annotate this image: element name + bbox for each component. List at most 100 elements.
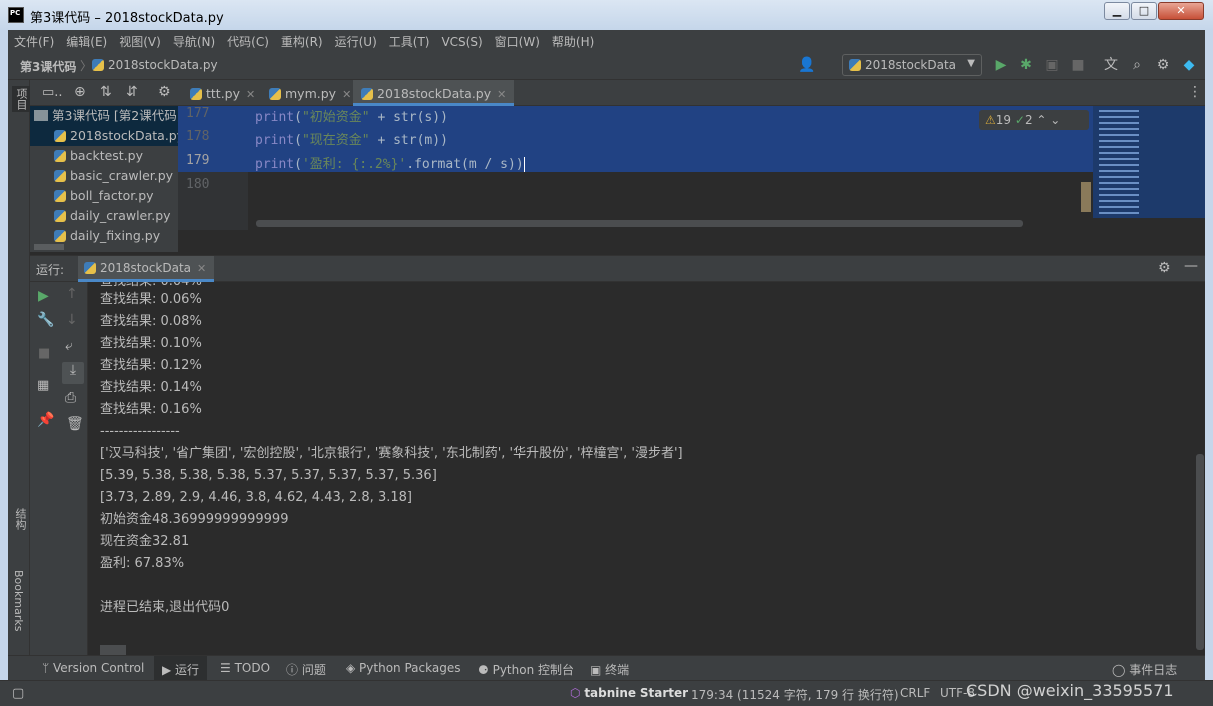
editor-tabs: ttt.py ✕ mym.py ✕ 2018stockData.py ✕ ⋮ — [178, 80, 1205, 106]
breadcrumb-file[interactable]: 2018stockData.py — [92, 58, 218, 72]
run-toolbar-primary: ▶ 🔧 ■ ▦ 📌 — [30, 282, 58, 655]
tab-mym[interactable]: mym.py ✕ — [261, 80, 359, 106]
translate-icon[interactable]: 文 — [1103, 57, 1119, 73]
minimize-button[interactable]: ▁ — [1104, 2, 1130, 20]
pin-icon[interactable]: 📌 — [37, 412, 54, 428]
coverage-icon[interactable]: ▣ — [1044, 57, 1060, 73]
close-tab-icon[interactable]: ✕ — [342, 88, 351, 101]
rerun-icon[interactable]: ▶ — [38, 288, 49, 304]
menu-refactor[interactable]: 重构(R) — [275, 30, 329, 50]
editor-horizontal-scrollbar[interactable] — [256, 220, 1023, 227]
chevron-up-icon[interactable]: ⌃ — [1036, 113, 1046, 127]
menu-window[interactable]: 窗口(W) — [489, 30, 546, 50]
run-config-select[interactable]: 2018stockData ▼ — [842, 54, 982, 76]
menu-code[interactable]: 代码(C) — [221, 30, 275, 50]
close-button[interactable]: ✕ — [1158, 2, 1204, 20]
console-horizontal-scrollbar[interactable] — [100, 645, 126, 655]
line-separator[interactable]: CRLF — [900, 686, 930, 700]
tabnine-plan: Starter — [639, 686, 689, 700]
user-icon[interactable]: 👤 — [798, 57, 815, 73]
maximize-button[interactable]: □ — [1131, 2, 1157, 20]
tree-root[interactable]: 第3课代码 [第2课代码] — [30, 106, 178, 126]
search-icon[interactable]: ⌕ — [1129, 57, 1145, 73]
tree-file-daily-crawler[interactable]: daily_crawler.py — [30, 206, 178, 226]
arrow-up-icon[interactable]: ↑ — [66, 286, 78, 302]
arrow-down-icon[interactable]: ↓ — [66, 312, 78, 328]
python-file-icon — [54, 190, 66, 202]
tab-python-console[interactable]: ⚈ Python 控制台 — [478, 661, 574, 678]
tree-file-backtest[interactable]: backtest.py — [30, 146, 178, 166]
cursor-position[interactable]: 179:34 (11524 字符, 179 行 换行符) — [691, 686, 899, 703]
menu-tools[interactable]: 工具(T) — [383, 30, 436, 50]
layout-icon[interactable]: ▦ — [37, 378, 49, 393]
menu-vcs[interactable]: VCS(S) — [435, 32, 488, 49]
tree-file-boll-factor[interactable]: boll_factor.py — [30, 186, 178, 206]
tree-file-daily-fixing[interactable]: daily_fixing.py — [30, 226, 178, 246]
menu-file[interactable]: 文件(F) — [8, 30, 60, 50]
menu-run[interactable]: 运行(U) — [329, 30, 383, 50]
breadcrumb-project[interactable]: 第3课代码 — [20, 58, 76, 75]
horizontal-scrollbar[interactable] — [34, 244, 64, 250]
menu-navigate[interactable]: 导航(N) — [167, 30, 221, 50]
jetbrains-icon[interactable]: ◆ — [1181, 57, 1197, 73]
more-tabs-icon[interactable]: ⋮ — [1188, 84, 1202, 100]
tab-version-control[interactable]: ᛘ Version Control — [42, 661, 144, 675]
tab-ttt[interactable]: ttt.py ✕ — [182, 80, 263, 106]
chevron-down-icon[interactable]: ⌄ — [1050, 113, 1060, 127]
trash-icon[interactable]: 🗑 — [66, 416, 84, 432]
gear-icon[interactable]: ⚙ — [158, 84, 171, 100]
inspection-widget[interactable]: ⚠19 ✓2 ⌃ ⌄ — [979, 110, 1089, 130]
tab-label: TODO — [234, 661, 271, 675]
tab-python-packages[interactable]: ◈ Python Packages — [346, 661, 460, 675]
code-minimap[interactable] — [1081, 106, 1205, 228]
expand-all-icon[interactable]: ⇅ — [100, 84, 112, 100]
close-tab-icon[interactable]: ✕ — [197, 262, 206, 275]
tab-run[interactable]: ▶ 运行 — [154, 656, 208, 680]
gear-icon[interactable]: ⚙ — [1158, 260, 1171, 276]
tab-terminal[interactable]: ▣ 终端 — [590, 661, 629, 678]
close-tab-icon[interactable]: ✕ — [246, 88, 255, 101]
soft-wrap-icon[interactable]: ⤶ — [65, 338, 73, 354]
play-icon: ▶ — [162, 663, 176, 677]
hide-panel-icon[interactable]: — — [1184, 258, 1198, 274]
scroll-to-end-icon[interactable]: ⤓ — [62, 362, 84, 384]
bookmarks-tool-tab[interactable]: Bookmarks — [12, 570, 25, 631]
tree-file-basic-crawler[interactable]: basic_crawler.py — [30, 166, 178, 186]
code-editor[interactable]: print("初始资金" + str(s)) print("现在资金" + st… — [248, 106, 1093, 230]
project-tool-tab[interactable]: 项目 — [12, 86, 30, 112]
tabnine-label: tabnine — [584, 686, 637, 700]
wrench-icon[interactable]: 🔧 — [37, 312, 54, 328]
gear-icon[interactable]: ⚙ — [1155, 57, 1171, 73]
console-output[interactable]: 查找结果: 0.04% 查找结果: 0.06% 查找结果: 0.08% 查找结果… — [88, 282, 1205, 655]
folder-icon[interactable]: ▭.. — [42, 85, 63, 100]
close-tab-icon[interactable]: ✕ — [497, 88, 506, 101]
console-line: [3.73, 2.89, 2.9, 4.46, 3.8, 4.62, 4.43,… — [100, 490, 412, 505]
run-tab[interactable]: 2018stockData ✕ — [78, 256, 215, 282]
console-line: [5.39, 5.38, 5.38, 5.38, 5.37, 5.37, 5.3… — [100, 468, 437, 483]
menu-edit[interactable]: 编辑(E) — [60, 30, 113, 50]
line-number: 177 — [186, 106, 210, 121]
tab-event-log[interactable]: ◯ 事件日志 — [1112, 661, 1177, 678]
locate-icon[interactable]: ⊕ — [74, 84, 86, 100]
tabnine-status[interactable]: ⬡ tabnine Starter — [570, 686, 688, 700]
debug-icon[interactable]: ✱ — [1018, 57, 1034, 73]
console-line: 查找结果: 0.16% — [100, 402, 202, 417]
console-vertical-scrollbar[interactable] — [1196, 454, 1204, 650]
menu-view[interactable]: 视图(V) — [113, 30, 167, 50]
structure-tool-tab[interactable]: 结构 — [12, 508, 28, 530]
stop-icon[interactable]: ■ — [1070, 57, 1086, 73]
tab-2018stockdata[interactable]: 2018stockData.py ✕ — [353, 80, 515, 106]
tab-todo[interactable]: ☰ TODO — [220, 661, 270, 675]
console-line: ----------------- — [100, 424, 180, 439]
stop-icon[interactable]: ■ — [38, 346, 50, 361]
tree-file-2018stockdata[interactable]: 2018stockData.py — [30, 126, 178, 146]
tab-problems[interactable]: ⓘ 问题 — [286, 661, 326, 678]
python-icon — [84, 262, 96, 274]
menu-help[interactable]: 帮助(H) — [546, 30, 600, 50]
print-icon[interactable]: ⎙ — [65, 390, 76, 406]
editor-padding — [178, 230, 1205, 255]
collapse-all-icon[interactable]: ⇵ — [126, 84, 138, 100]
python-file-icon — [54, 210, 66, 222]
run-icon[interactable]: ▶ — [993, 57, 1009, 73]
layout-toggle-icon[interactable]: ▢ — [12, 686, 24, 701]
